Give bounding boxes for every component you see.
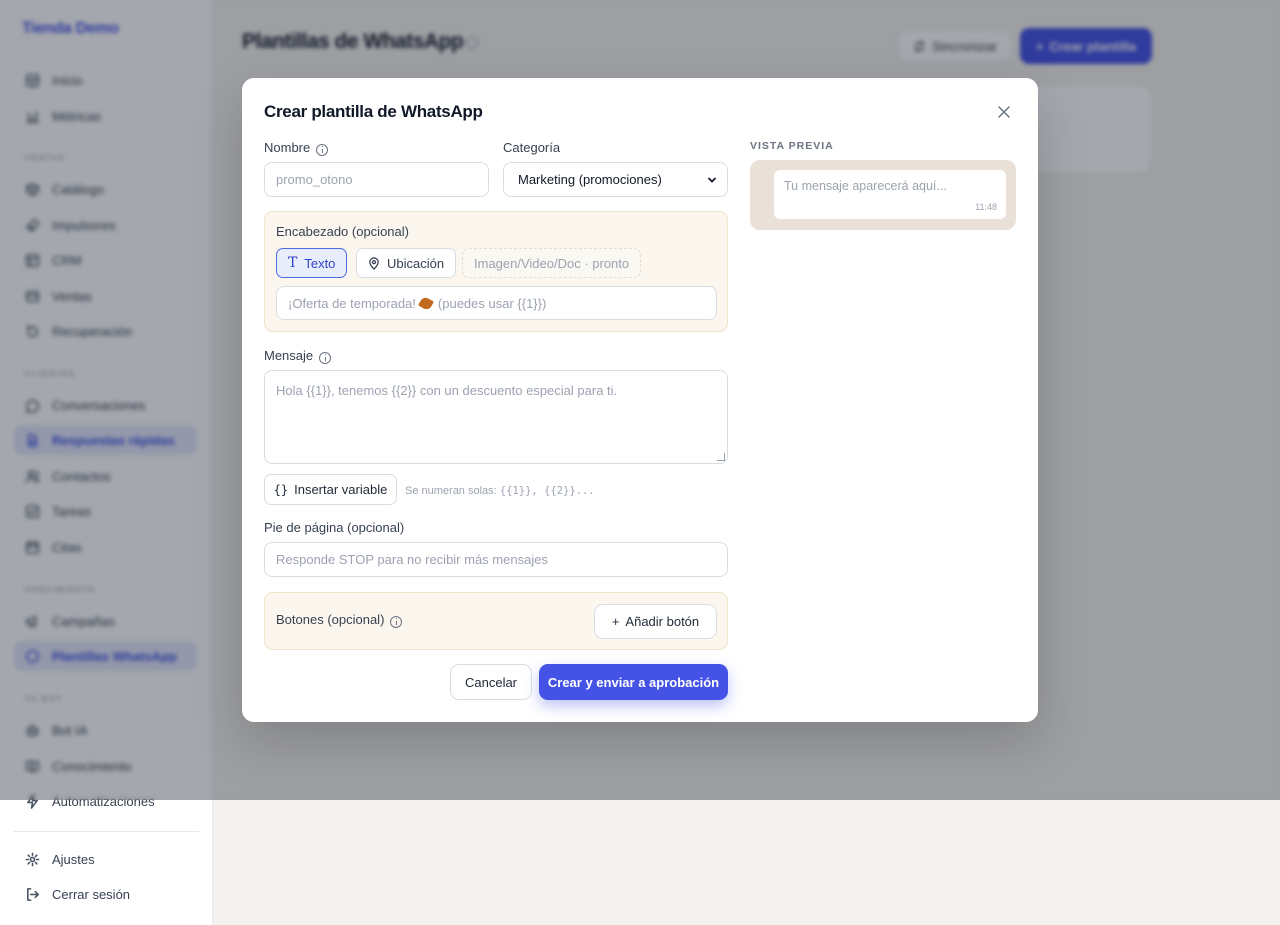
variable-hint: Se numeran solas: {{1}}, {{2}}... <box>405 485 595 497</box>
add-button-label: Añadir botón <box>625 614 700 629</box>
cancel-button[interactable]: Cancelar <box>450 664 532 700</box>
location-pin-icon <box>369 256 379 270</box>
encabezado-panel: Encabezado (opcional) T Texto Ubicación … <box>264 211 728 332</box>
insert-variable-label: Insertar variable <box>294 482 388 497</box>
pie-label: Pie de página (opcional) <box>264 520 405 535</box>
botones-panel: Botones (opcional) + Añadir botón <box>264 592 728 650</box>
header-type-label: Imagen/Video/Doc · pronto <box>474 255 630 271</box>
sidebar-divider <box>14 831 199 832</box>
preview-text: Tu mensaje aparecerá aquí... <box>784 179 947 193</box>
sidebar-item-label: Cerrar sesión <box>52 886 131 902</box>
header-type-ubicacion[interactable]: Ubicación <box>356 248 457 278</box>
insert-variable-button[interactable]: {} Insertar variable <box>264 474 397 505</box>
mensaje-placeholder: Hola {{1}}, tenemos {{2}} con un descuen… <box>276 383 618 398</box>
pie-input[interactable]: Responde STOP para no recibir más mensaj… <box>264 542 728 577</box>
info-icon[interactable] <box>390 615 403 628</box>
categoria-label: Categoría <box>503 140 561 155</box>
nombre-input[interactable]: promo_otono <box>264 162 489 197</box>
mensaje-textarea[interactable]: Hola {{1}}, tenemos {{2}} con un descuen… <box>264 370 728 464</box>
close-icon <box>998 106 1010 118</box>
header-type-texto[interactable]: T Texto <box>276 248 348 278</box>
add-button-button[interactable]: + Añadir botón <box>594 604 717 639</box>
mensaje-label: Mensaje <box>264 348 314 363</box>
submit-for-approval-button[interactable]: Crear y enviar a aprobación <box>539 664 728 700</box>
encabezado-input[interactable]: ¡Oferta de temporada! (puedes usar {{1}}… <box>276 286 717 320</box>
variable-hint-code: {{1}}, {{2}}... <box>499 485 595 497</box>
categoria-value: Marketing (promociones) <box>518 172 662 187</box>
preview-time: 11:48 <box>975 202 997 212</box>
nombre-label: Nombre <box>264 140 311 155</box>
preview-bubble: Tu mensaje aparecerá aquí... 11:48 <box>774 170 1006 219</box>
sidebar-item-label: Ajustes <box>52 851 95 867</box>
preview-label: VISTA PREVIA <box>750 140 834 152</box>
botones-label-group: Botones (opcional) <box>276 612 403 628</box>
leaf-emoji-icon <box>417 295 434 311</box>
header-type-label: Ubicación <box>387 255 445 271</box>
text-icon: T <box>288 255 298 271</box>
header-type-media: Imagen/Video/Doc · pronto <box>462 248 642 278</box>
close-button[interactable] <box>994 102 1014 122</box>
resize-handle[interactable] <box>717 453 725 461</box>
info-icon[interactable] <box>316 143 329 156</box>
logout-icon <box>25 887 40 902</box>
gear-icon <box>25 852 40 867</box>
encabezado-placeholder: ¡Oferta de temporada! <box>288 295 416 311</box>
modal-title: Crear plantilla de WhatsApp <box>264 102 483 121</box>
encabezado-placeholder-hint: (puedes usar {{1}}) <box>437 295 547 311</box>
message-preview: Tu mensaje aparecerá aquí... 11:48 <box>750 160 1016 230</box>
sidebar-item-cerrar[interactable]: Cerrar sesión <box>14 879 197 909</box>
info-icon[interactable] <box>319 351 332 364</box>
sidebar-item-ajustes[interactable]: Ajustes <box>14 844 197 874</box>
botones-label: Botones (opcional) <box>276 612 385 627</box>
categoria-select[interactable]: Marketing (promociones) <box>503 162 728 197</box>
create-template-modal: Crear plantilla de WhatsApp Nombre promo… <box>242 78 1038 722</box>
braces-icon: {} <box>273 482 289 497</box>
variable-hint-text: Se numeran solas: <box>405 485 497 497</box>
nombre-label-group: Nombre <box>264 140 329 156</box>
chevron-down-icon <box>708 177 716 183</box>
encabezado-label: Encabezado (opcional) <box>276 224 409 239</box>
plus-icon: + <box>611 614 620 629</box>
header-type-label: Texto <box>304 255 336 271</box>
mensaje-label-group: Mensaje <box>264 348 332 364</box>
